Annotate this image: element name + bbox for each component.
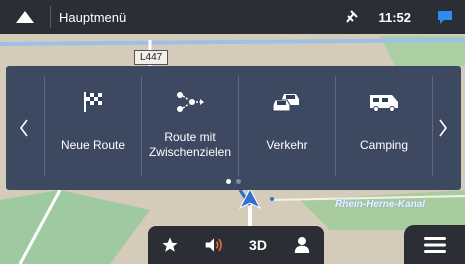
page-title: Hauptmenü xyxy=(59,9,127,25)
main-menu-panel: Neue Route Route mit Zwischenzielen Verk… xyxy=(6,66,461,190)
next-page-button[interactable] xyxy=(425,66,461,190)
divider xyxy=(50,6,51,28)
bottom-toolbar: 3D xyxy=(148,226,324,264)
satellite-icon xyxy=(346,10,359,23)
collapse-menu-button[interactable] xyxy=(0,0,50,34)
volume-button[interactable] xyxy=(194,227,234,263)
menu-item-label: Route mit Zwischenzielen xyxy=(148,130,232,159)
camper-icon xyxy=(370,95,398,112)
waypoints-icon xyxy=(177,92,204,112)
star-icon xyxy=(162,237,178,252)
speaker-icon xyxy=(205,238,222,252)
favorites-button[interactable] xyxy=(150,227,190,263)
checkered-flag-icon xyxy=(84,92,102,112)
menu-item-camping[interactable]: Camping xyxy=(335,76,433,176)
chevron-left-icon xyxy=(20,119,28,137)
waterway-label: Rhein-Herne-Kanal xyxy=(335,199,426,210)
gps-status-button[interactable] xyxy=(340,10,364,24)
menu-item-label: Camping xyxy=(359,137,409,152)
page-dot-active xyxy=(226,179,231,184)
profile-button[interactable] xyxy=(282,227,322,263)
previous-page-button[interactable] xyxy=(6,66,42,190)
route-dot xyxy=(270,197,274,201)
message-bubble-icon xyxy=(438,11,452,24)
page-dot xyxy=(236,179,241,184)
road-label: L447 xyxy=(134,50,169,65)
menu-item-multi-stop-route[interactable]: Route mit Zwischenzielen xyxy=(141,76,238,176)
menu-item-label: Verkehr xyxy=(266,137,308,152)
navigation-screen: L447 Rhein-Herne-Kanal Hauptmenü 11:52 N… xyxy=(0,0,465,264)
menu-item-traffic[interactable]: Verkehr xyxy=(238,76,335,176)
top-bar: Hauptmenü 11:52 xyxy=(0,0,465,34)
menu-item-label: Neue Route xyxy=(60,137,126,152)
messages-button[interactable] xyxy=(425,0,465,34)
page-indicator xyxy=(6,179,461,184)
clock: 11:52 xyxy=(378,9,411,25)
hamburger-menu-icon xyxy=(423,236,446,253)
chevron-up-icon xyxy=(16,11,34,23)
main-menu-button[interactable] xyxy=(404,225,465,264)
menu-items: Neue Route Route mit Zwischenzielen Verk… xyxy=(44,76,433,176)
chevron-right-icon xyxy=(439,119,447,137)
traffic-cars-icon xyxy=(272,94,299,112)
view-mode-button[interactable]: 3D xyxy=(238,227,278,263)
menu-item-new-route[interactable]: Neue Route xyxy=(44,76,141,176)
user-icon xyxy=(294,237,310,253)
